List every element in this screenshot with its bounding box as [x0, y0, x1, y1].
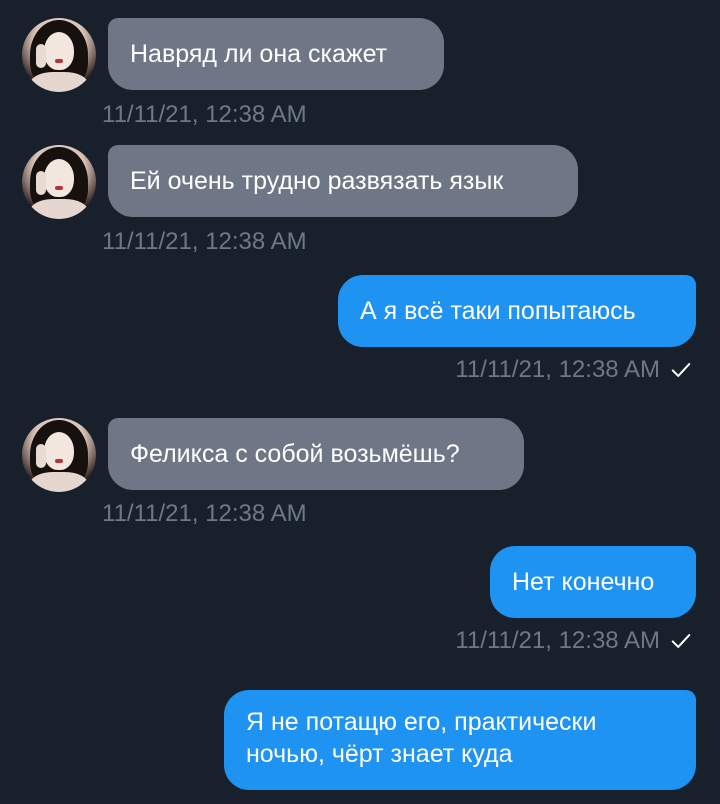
avatar[interactable]: [22, 18, 96, 92]
avatar-hand: [36, 44, 46, 68]
incoming-message-bubble[interactable]: Феликса с собой возьмёшь?: [108, 418, 524, 490]
message-timestamp: 11/11/21, 12:38 AM: [455, 627, 660, 654]
checkmark-icon: [671, 634, 691, 648]
avatar-hand: [36, 171, 46, 195]
message-text: Ей очень трудно развязать язык: [130, 167, 504, 195]
message-timestamp: 11/11/21, 12:38 AM: [102, 228, 307, 255]
message-meta: 11/11/21, 12:38 AM: [455, 627, 692, 655]
avatar-hand: [36, 444, 46, 468]
avatar-shoulders: [30, 472, 88, 492]
outgoing-message-bubble[interactable]: Я не потащю его, практически ночью, чёрт…: [224, 690, 696, 790]
incoming-message-bubble[interactable]: Ей очень трудно развязать язык: [108, 145, 578, 217]
avatar-lips: [55, 186, 63, 190]
avatar-face: [44, 432, 74, 470]
incoming-message-bubble[interactable]: Навряд ли она скажет: [108, 18, 444, 90]
avatar-lips: [55, 59, 63, 63]
message-timestamp: 11/11/21, 12:38 AM: [102, 101, 307, 128]
message-meta: 11/11/21, 12:38 AM: [455, 356, 692, 384]
avatar[interactable]: [22, 145, 96, 219]
avatar-face: [44, 159, 74, 197]
message-text: А я всё таки попытаюсь: [360, 297, 636, 325]
message-text: Феликса с собой возьмёшь?: [130, 440, 460, 468]
message-text: Я не потащю его, практически ночью, чёрт…: [246, 708, 597, 768]
checkmark-icon: [671, 363, 691, 377]
message-text: Нет конечно: [512, 568, 655, 596]
avatar-shoulders: [30, 72, 88, 92]
avatar-face: [44, 32, 74, 70]
outgoing-message-bubble[interactable]: А я всё таки попытаюсь: [338, 275, 696, 347]
message-timestamp: 11/11/21, 12:38 AM: [102, 500, 307, 527]
message-text: Навряд ли она скажет: [130, 40, 388, 68]
avatar-lips: [55, 459, 63, 463]
chat-thread: Навряд ли она скажет 11/11/21, 12:38 AM …: [0, 0, 720, 804]
outgoing-message-bubble[interactable]: Нет конечно: [490, 546, 696, 618]
message-timestamp: 11/11/21, 12:38 AM: [455, 356, 660, 383]
avatar-shoulders: [30, 199, 88, 219]
avatar[interactable]: [22, 418, 96, 492]
